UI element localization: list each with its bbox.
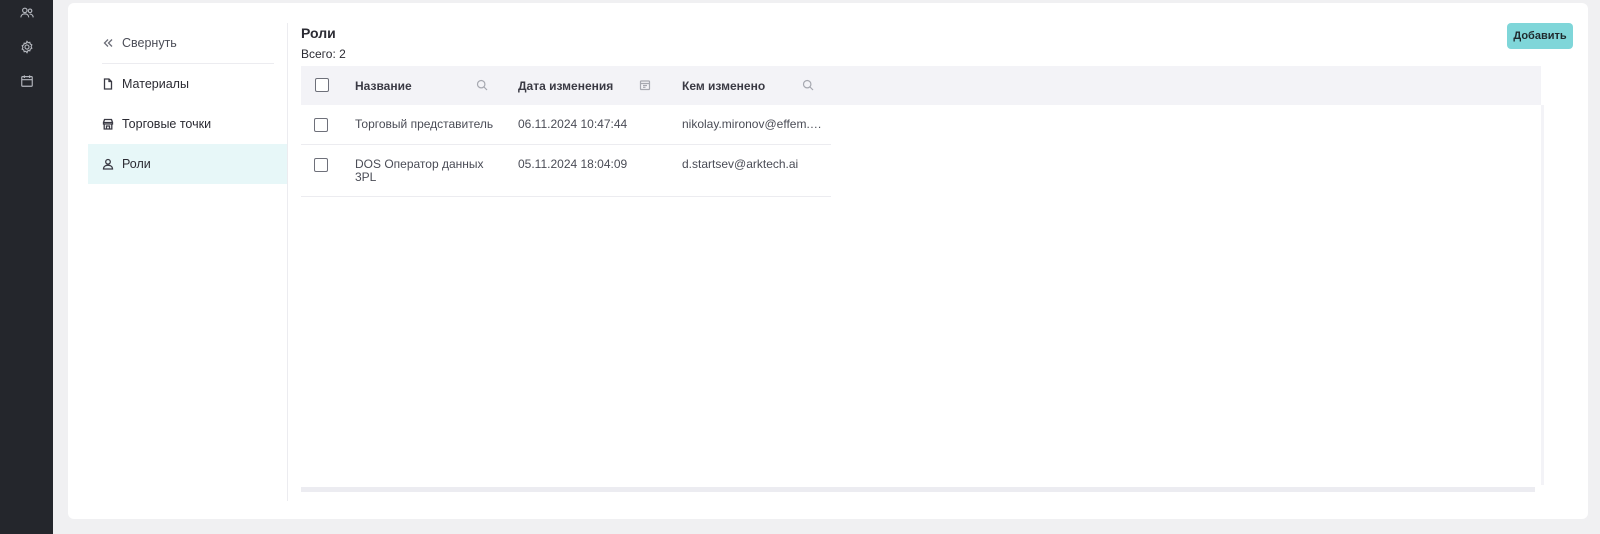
sidebar-item-label: Материалы <box>122 77 189 91</box>
horizontal-scrollbar[interactable] <box>301 487 1535 492</box>
cell-date: 05.11.2024 18:04:09 <box>518 157 628 171</box>
column-header-name[interactable]: Название <box>355 66 489 105</box>
user-icon <box>102 158 114 170</box>
row-checkbox[interactable] <box>314 158 328 172</box>
sidebar-item-materials[interactable]: Материалы <box>88 64 288 104</box>
cell-name: Торговый представитель <box>355 117 494 131</box>
calendar-icon[interactable] <box>639 79 652 92</box>
sidebar-item-label: Торговые точки <box>122 117 212 131</box>
vertical-scrollbar[interactable] <box>1541 105 1544 485</box>
column-header-date[interactable]: Дата изменения <box>518 66 652 105</box>
cell-date: 06.11.2024 10:47:44 <box>518 117 628 131</box>
collapse-label: Свернуть <box>122 36 177 50</box>
settings-icon[interactable] <box>17 37 37 57</box>
left-rail <box>0 0 53 534</box>
search-icon[interactable] <box>802 79 815 92</box>
sidebar-item-stores[interactable]: Торговые точки <box>88 104 288 144</box>
select-all-checkbox[interactable] <box>315 78 329 92</box>
collapse-button[interactable]: Свернуть <box>88 23 288 63</box>
calendar-icon[interactable] <box>17 71 37 91</box>
double-chevron-left-icon <box>102 37 114 49</box>
cell-name: DOS Оператор данных 3PL <box>355 157 484 184</box>
store-icon <box>102 118 114 130</box>
roles-panel: Роли Всего: 2 Добавить Название Дата изм… <box>301 23 1581 492</box>
sidebar-divider <box>287 23 288 501</box>
sidebar-item-label: Роли <box>122 157 151 171</box>
page-title: Роли <box>301 25 336 41</box>
sidebar-item-roles[interactable]: Роли <box>88 144 288 184</box>
column-label: Дата изменения <box>518 78 614 93</box>
cell-changed-by: nikolay.mironov@effem.c… <box>682 118 822 131</box>
cell-changed-by: d.startsev@arktech.ai <box>682 158 799 171</box>
table-row[interactable]: Торговый представитель 06.11.2024 10:47:… <box>301 105 831 145</box>
table-header: Название Дата изменения Кем изменено <box>301 66 1541 105</box>
total-count: Всего: 2 <box>301 47 346 61</box>
column-label: Название <box>355 78 412 93</box>
search-icon[interactable] <box>476 79 489 92</box>
users-icon[interactable] <box>17 3 37 23</box>
column-header-changed-by[interactable]: Кем изменено <box>682 66 815 105</box>
content-card: Свернуть Материалы Торговые точки Роли Р… <box>68 3 1588 519</box>
column-label: Кем изменено <box>682 78 766 93</box>
row-checkbox[interactable] <box>314 118 328 132</box>
document-icon <box>102 78 114 90</box>
roles-table: Название Дата изменения Кем изменено Тор… <box>301 66 1544 486</box>
section-sidebar: Свернуть Материалы Торговые точки Роли <box>88 23 288 184</box>
add-button[interactable]: Добавить <box>1507 23 1573 49</box>
table-row[interactable]: DOS Оператор данных 3PL 05.11.2024 18:04… <box>301 145 831 197</box>
